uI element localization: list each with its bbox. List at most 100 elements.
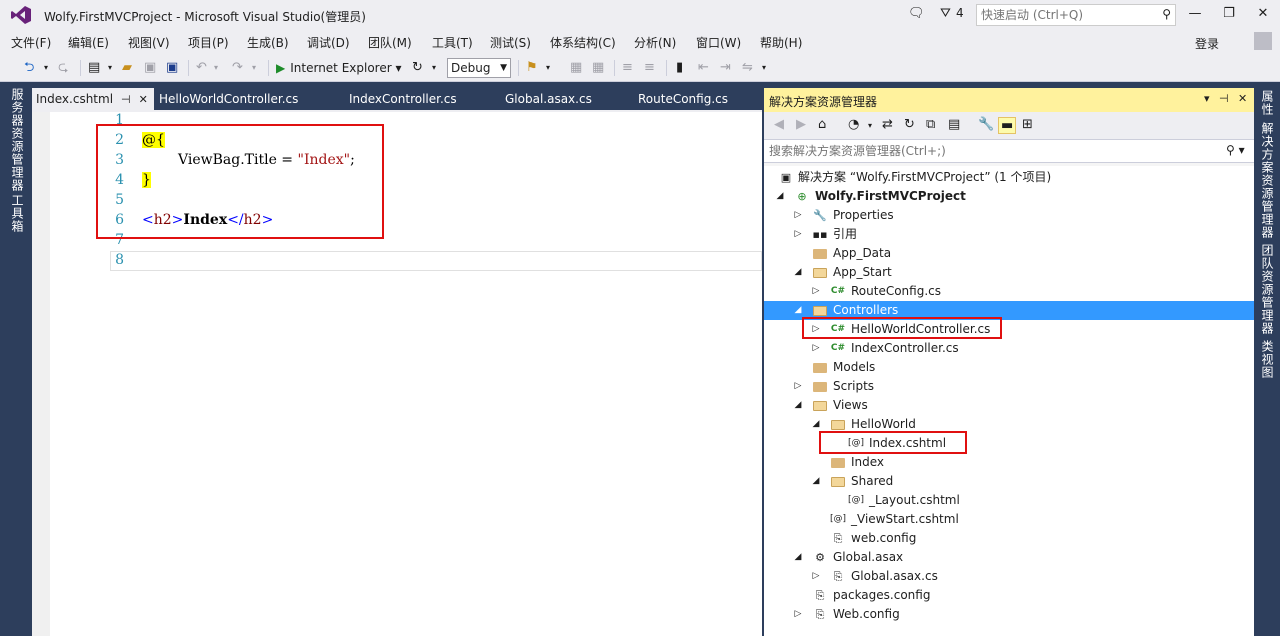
expanded-icon[interactable]: ◢	[792, 548, 804, 567]
back-icon[interactable]: ◀	[774, 117, 784, 132]
collapsed-icon[interactable]: ▷	[792, 225, 804, 244]
tree-node-project[interactable]: ◢ ⊕ Wolfy.FirstMVCProject	[764, 187, 1254, 206]
notification-count[interactable]: 4	[956, 6, 964, 20]
tree-node-global-asax[interactable]: ◢ ⚙ Global.asax	[764, 548, 1254, 567]
collapsed-icon[interactable]: ▷	[810, 567, 822, 586]
clear-bookmarks-icon[interactable]: ⇋	[742, 59, 753, 77]
menu-architecture[interactable]: 体系结构(C)	[550, 34, 616, 51]
feedback-icon[interactable]: 🗨	[908, 6, 925, 21]
close-button[interactable]: ✕	[1250, 4, 1276, 26]
menu-debug[interactable]: 调试(D)	[307, 34, 350, 51]
panel-options-icon[interactable]: ▾	[1204, 92, 1210, 105]
solution-configuration-select[interactable]: Debug ▼	[447, 58, 511, 78]
preview-selected-icon[interactable]: ▬	[998, 117, 1017, 134]
menu-tools[interactable]: 工具(T)	[432, 34, 473, 51]
code-editor[interactable]: 1 2 3 4 5 6 7 8 @{ ViewBag.Title = "Inde…	[32, 112, 762, 636]
back-dropdown-icon[interactable]: ▾	[44, 59, 48, 77]
quick-launch[interactable]: ⚲	[976, 4, 1176, 26]
undo-icon[interactable]: ↶	[196, 59, 207, 77]
toolbar-overflow-icon[interactable]: ▾	[762, 59, 766, 77]
properties-tab[interactable]: 属性	[1259, 90, 1276, 116]
navigate-forward-icon[interactable]: ⮎	[58, 59, 68, 77]
menu-project[interactable]: 项目(P)	[188, 34, 229, 51]
sync-icon[interactable]: ⇄	[882, 117, 893, 132]
tree-node-scripts[interactable]: ▷ Scripts	[764, 377, 1254, 396]
collapsed-icon[interactable]: ▷	[810, 339, 822, 358]
redo-dropdown-icon[interactable]: ▾	[252, 59, 256, 77]
increase-indent-icon[interactable]: ≡	[644, 59, 655, 77]
bookmark-icon[interactable]: ▮	[676, 59, 683, 77]
tab-index-cshtml[interactable]: Index.cshtml ⊣ ✕	[32, 88, 154, 110]
expanded-icon[interactable]: ◢	[792, 263, 804, 282]
refresh-dropdown-icon[interactable]: ▾	[432, 59, 436, 77]
tree-node-routeconfig[interactable]: ▷ C# RouteConfig.cs	[764, 282, 1254, 301]
forward-icon[interactable]: ▶	[796, 117, 806, 132]
tree-node-indexcontroller[interactable]: ▷ C# IndexController.cs	[764, 339, 1254, 358]
tab-helloworldcontroller[interactable]: HelloWorldController.cs	[159, 88, 298, 110]
tree-node-shared-folder[interactable]: ◢ Shared	[764, 472, 1254, 491]
tree-node-web-config[interactable]: ▷ ⎘ Web.config	[764, 605, 1254, 624]
collapse-all-icon[interactable]: ⧉	[926, 117, 935, 132]
tab-routeconfig[interactable]: RouteConfig.cs	[638, 88, 728, 110]
expanded-icon[interactable]: ◢	[810, 472, 822, 491]
refresh-icon[interactable]: ↻	[412, 59, 423, 77]
menu-build[interactable]: 生成(B)	[247, 34, 289, 51]
pending-changes-filter-icon[interactable]: ◔	[848, 117, 859, 132]
team-explorer-tab[interactable]: 团队资源管理器	[1259, 244, 1276, 335]
menu-team[interactable]: 团队(M)	[368, 34, 412, 51]
tree-node-index-folder[interactable]: Index	[764, 453, 1254, 472]
tree-node-properties[interactable]: ▷ 🔧 Properties	[764, 206, 1254, 225]
tree-node-views-webconfig[interactable]: ⎘ web.config	[764, 529, 1254, 548]
undo-dropdown-icon[interactable]: ▾	[214, 59, 218, 77]
tree-node-global-asax-cs[interactable]: ▷ ⎘ Global.asax.cs	[764, 567, 1254, 586]
menu-edit[interactable]: 编辑(E)	[68, 34, 109, 51]
new-dropdown-icon[interactable]: ▾	[108, 59, 112, 77]
pin-icon[interactable]: ⊣	[121, 89, 131, 111]
tree-node-app-data[interactable]: App_Data	[764, 244, 1254, 263]
start-debugging-button[interactable]: ▶ Internet Explorer ▾	[276, 59, 402, 77]
menu-file[interactable]: 文件(F)	[11, 34, 51, 51]
tree-node-references[interactable]: ▷ ▪▪ 引用	[764, 225, 1254, 244]
search-icon[interactable]: ⚲ ▾	[1226, 143, 1245, 157]
minimize-button[interactable]: —	[1182, 4, 1208, 26]
solution-explorer-search[interactable]: ⚲ ▾	[764, 139, 1254, 163]
menu-window[interactable]: 窗口(W)	[696, 34, 741, 51]
collapsed-icon[interactable]: ▷	[792, 605, 804, 624]
tree-node-layout-cshtml[interactable]: [@] _Layout.cshtml	[764, 491, 1254, 510]
save-all-icon[interactable]: ▣	[166, 59, 178, 77]
server-explorer-tab[interactable]: 服务器资源管理器	[9, 88, 26, 192]
class-view-tab[interactable]: 类视图	[1259, 340, 1276, 379]
properties-wrench-icon[interactable]: 🔧	[978, 117, 994, 132]
auto-hide-pin-icon[interactable]: ⊣	[1219, 92, 1229, 105]
navigate-back-icon[interactable]: ⮌	[24, 59, 34, 77]
close-tab-icon[interactable]: ✕	[139, 89, 148, 111]
tree-node-app-start[interactable]: ◢ App_Start	[764, 263, 1254, 282]
solution-explorer-tab[interactable]: 解决方案资源管理器	[1259, 122, 1276, 239]
find-dropdown-icon[interactable]: ▾	[546, 59, 550, 77]
show-all-files-icon[interactable]: ▤	[948, 117, 960, 132]
comment-icon[interactable]: ▦	[570, 59, 582, 77]
decrease-indent-icon[interactable]: ≡	[622, 59, 633, 77]
menu-view[interactable]: 视图(V)	[128, 34, 170, 51]
expanded-icon[interactable]: ◢	[792, 396, 804, 415]
quick-launch-input[interactable]	[977, 5, 1147, 25]
save-icon[interactable]: ▣	[144, 59, 156, 77]
user-avatar-icon[interactable]	[1254, 32, 1272, 50]
new-project-icon[interactable]: ▤	[88, 59, 100, 77]
filter-dropdown-icon[interactable]: ▾	[868, 121, 872, 130]
restore-button[interactable]: ❐	[1216, 4, 1242, 26]
sign-in-link[interactable]: 登录	[1195, 35, 1219, 52]
class-diagram-icon[interactable]: ⊞	[1022, 117, 1033, 132]
tree-node-models[interactable]: Models	[764, 358, 1254, 377]
uncomment-icon[interactable]: ▦	[592, 59, 604, 77]
notification-flag-icon[interactable]: ⛛	[940, 6, 951, 21]
solution-search-input[interactable]	[764, 140, 1204, 162]
menu-help[interactable]: 帮助(H)	[760, 34, 802, 51]
open-file-icon[interactable]: ▰	[122, 59, 132, 77]
collapsed-icon[interactable]: ▷	[792, 377, 804, 396]
collapsed-icon[interactable]: ▷	[792, 206, 804, 225]
refresh-icon[interactable]: ↻	[904, 117, 915, 132]
menu-test[interactable]: 测试(S)	[490, 34, 531, 51]
tree-node-viewstart[interactable]: [@] _ViewStart.cshtml	[764, 510, 1254, 529]
expanded-icon[interactable]: ◢	[774, 187, 786, 206]
